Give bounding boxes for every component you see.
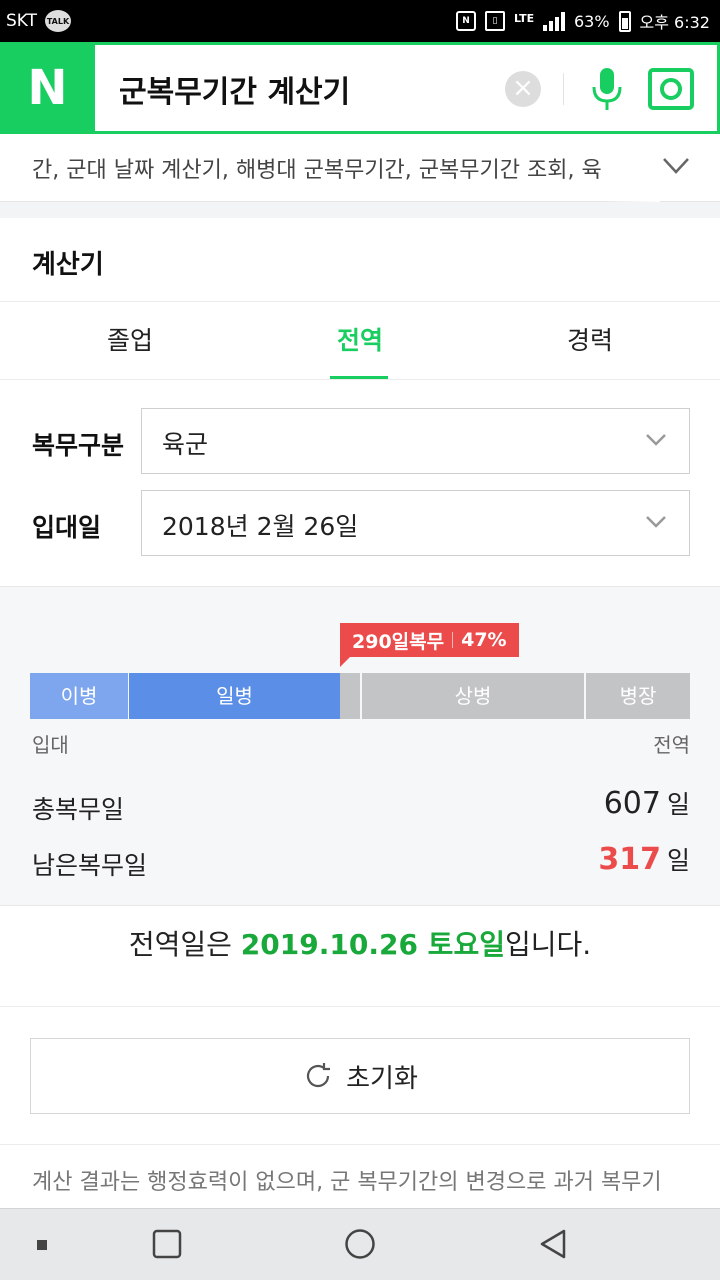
voice-search-icon[interactable]	[587, 65, 627, 115]
remaining-days-value: 317 일	[598, 841, 690, 877]
enlist-date-label: 입대일	[32, 513, 102, 542]
service-progress-bar: 이병 일병 상병 병장	[30, 673, 690, 719]
total-days-number: 607	[603, 786, 661, 821]
signal-icon	[542, 11, 565, 31]
refresh-icon	[307, 1063, 331, 1088]
tab-career[interactable]: 경력	[470, 302, 710, 380]
total-days-unit: 일	[666, 790, 690, 819]
search-bar: N 군복무기간 계산기 ×	[0, 42, 720, 134]
result-panel: 290일복무 47% 이병 일병 상병 병장 입대 전역 총복무일 607 일 남…	[0, 586, 720, 906]
progress-tooltip: 290일복무 47%	[340, 623, 519, 667]
nfc-icon: N	[455, 11, 476, 31]
vibrate-icon: ▯	[484, 11, 505, 31]
lens-search-icon[interactable]	[647, 67, 695, 111]
battery-percent: 63%	[573, 11, 610, 31]
related-keywords: 간, 군대 날짜 계산기, 해병대 군복무기간, 군복무기간 조회, 육	[0, 134, 720, 202]
reset-button[interactable]: 초기화	[30, 1038, 690, 1114]
tab-discharge[interactable]: 전역	[240, 302, 480, 380]
card-title: 계산기	[32, 250, 104, 280]
discharge-date-sentence: 전역일은 2019.10.26 토요일입니다.	[0, 923, 720, 963]
recent-apps-icon[interactable]	[152, 1229, 182, 1259]
chevron-down-icon[interactable]	[662, 156, 690, 176]
kakaotalk-icon: TALK	[45, 10, 72, 32]
rank-segment-corporal: 상병	[362, 673, 584, 719]
search-input[interactable]: 군복무기간 계산기	[119, 67, 350, 111]
search-divider	[563, 73, 564, 105]
calculator-card: 계산기 졸업 전역 경력 복무구분 육군 입대일 2018년 2월 26일 29…	[0, 218, 720, 1208]
reset-label: 초기화	[346, 1063, 418, 1094]
total-days-label: 총복무일	[32, 795, 125, 824]
divider	[0, 379, 720, 380]
branch-value: 육군	[162, 430, 209, 459]
notification-dot-icon	[37, 1240, 47, 1250]
carrier-label: SKT	[6, 11, 38, 31]
bar-end-label: 전역	[653, 733, 690, 757]
enlist-date-select[interactable]: 2018년 2월 26일	[141, 490, 690, 556]
system-nav-bar	[0, 1208, 720, 1280]
remaining-days-label: 남은복무일	[32, 851, 148, 880]
lte-icon: LTE	[513, 12, 535, 25]
status-bar: SKT TALK N ▯ LTE 63% 오후 6:32	[0, 0, 720, 42]
rank-segment-private1: 일병	[129, 673, 340, 719]
clear-search-button[interactable]: ×	[505, 71, 541, 107]
total-days-value: 607 일	[604, 785, 690, 821]
discharge-date: 2019.10.26 토요일	[240, 928, 505, 961]
discharge-suffix: 입니다.	[504, 928, 592, 961]
tab-graduation[interactable]: 졸업	[10, 302, 250, 380]
battery-icon	[618, 10, 631, 32]
related-keywords-text[interactable]: 간, 군대 날짜 계산기, 해병대 군복무기간, 군복무기간 조회, 육	[32, 152, 652, 184]
divider	[0, 1144, 720, 1145]
clock: 오후 6:32	[639, 13, 710, 32]
home-icon[interactable]	[344, 1228, 376, 1260]
discharge-prefix: 전역일은	[128, 928, 241, 961]
rank-segment-private2: 이병	[30, 673, 128, 719]
remaining-days-number: 317	[598, 842, 661, 877]
served-days: 290일복무	[352, 630, 445, 653]
branch-select[interactable]: 육군	[141, 408, 690, 474]
remaining-days-unit: 일	[666, 846, 690, 875]
naver-logo[interactable]: N	[0, 42, 95, 134]
disclaimer-text: 계산 결과는 행정효력이 없으며, 군 복무기간의 변경으로 과거 복무기	[32, 1170, 662, 1195]
chevron-down-icon	[646, 516, 666, 528]
served-percent: 47%	[461, 629, 507, 651]
enlist-date-value: 2018년 2월 26일	[162, 512, 359, 541]
tab-bar: 졸업 전역 경력	[0, 302, 720, 380]
divider	[0, 1006, 720, 1007]
rank-segment-sergeant: 병장	[586, 673, 690, 719]
fade-overlay	[600, 134, 660, 202]
branch-label: 복무구분	[32, 431, 125, 460]
chevron-down-icon	[646, 434, 666, 446]
rank-segment-remaining	[340, 673, 360, 719]
back-icon[interactable]	[538, 1228, 568, 1260]
bar-start-label: 입대	[32, 733, 69, 757]
